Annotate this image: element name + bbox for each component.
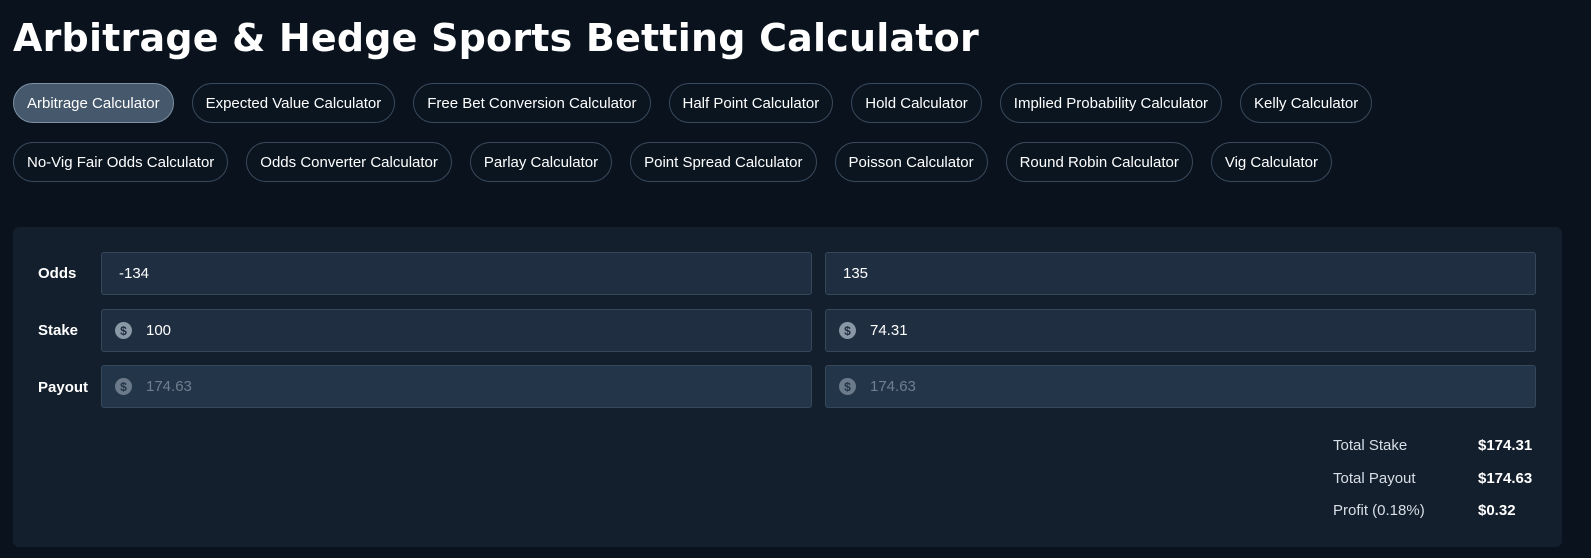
profit-label: Profit (0.18%) xyxy=(1333,502,1425,519)
bet1-odds-value: -134 xyxy=(119,265,150,282)
bet2-odds-value: 135 xyxy=(843,265,869,282)
bet1-stake-input[interactable]: $ 100 xyxy=(101,309,812,352)
dollar-circle-icon: $ xyxy=(839,378,856,395)
bet1-stake-value: 100 xyxy=(146,322,172,339)
tab-parlay-calculator[interactable]: Parlay Calculator xyxy=(469,142,613,182)
page: Arbitrage & Hedge Sports Betting Calcula… xyxy=(0,0,1591,558)
arbitrage-calculator-card: Odds -134 135 Stake $ 100 $ 74.31 Payout… xyxy=(13,227,1562,547)
tab-no-vig-fair-odds-calculator[interactable]: No-Vig Fair Odds Calculator xyxy=(13,142,229,182)
tab-hold-calculator[interactable]: Hold Calculator xyxy=(851,83,982,123)
bet2-payout-field: $ 174.63 xyxy=(825,365,1536,408)
total-payout-label: Total Payout xyxy=(1333,470,1416,487)
total-payout-value: $174.63 xyxy=(1478,470,1533,487)
tab-round-robin-calculator[interactable]: Round Robin Calculator xyxy=(1005,142,1193,182)
calculator-tabs-row-1: Arbitrage Calculator Expected Value Calc… xyxy=(13,83,1373,123)
tab-half-point-calculator[interactable]: Half Point Calculator xyxy=(668,83,834,123)
payout-label: Payout xyxy=(38,379,89,396)
tab-kelly-calculator[interactable]: Kelly Calculator xyxy=(1240,83,1373,123)
bet2-payout-value: 174.63 xyxy=(870,378,916,395)
total-stake-label: Total Stake xyxy=(1333,437,1408,454)
tab-free-bet-conversion-calculator[interactable]: Free Bet Conversion Calculator xyxy=(413,83,651,123)
bet1-odds-input[interactable]: -134 xyxy=(101,252,812,295)
dollar-circle-icon: $ xyxy=(115,322,132,339)
dollar-circle-icon: $ xyxy=(839,322,856,339)
tab-vig-calculator[interactable]: Vig Calculator xyxy=(1210,142,1332,182)
tab-odds-converter-calculator[interactable]: Odds Converter Calculator xyxy=(246,142,452,182)
calculator-tabs-row-2: No-Vig Fair Odds Calculator Odds Convert… xyxy=(13,142,1332,182)
odds-label: Odds xyxy=(38,265,77,282)
bet2-stake-value: 74.31 xyxy=(870,322,908,339)
bet1-payout-value: 174.63 xyxy=(146,378,192,395)
tab-implied-probability-calculator[interactable]: Implied Probability Calculator xyxy=(999,83,1223,123)
tab-poisson-calculator[interactable]: Poisson Calculator xyxy=(834,142,988,182)
tab-arbitrage-calculator[interactable]: Arbitrage Calculator xyxy=(13,83,174,123)
profit-value: $0.32 xyxy=(1478,502,1516,519)
tab-point-spread-calculator[interactable]: Point Spread Calculator xyxy=(630,142,817,182)
stake-label: Stake xyxy=(38,322,79,339)
bet2-odds-input[interactable]: 135 xyxy=(825,252,1536,295)
dollar-circle-icon: $ xyxy=(115,378,132,395)
total-stake-value: $174.31 xyxy=(1478,437,1533,454)
bet1-payout-field: $ 174.63 xyxy=(101,365,812,408)
page-title: Arbitrage & Hedge Sports Betting Calcula… xyxy=(13,16,979,60)
bet2-stake-input[interactable]: $ 74.31 xyxy=(825,309,1536,352)
tab-expected-value-calculator[interactable]: Expected Value Calculator xyxy=(191,83,396,123)
